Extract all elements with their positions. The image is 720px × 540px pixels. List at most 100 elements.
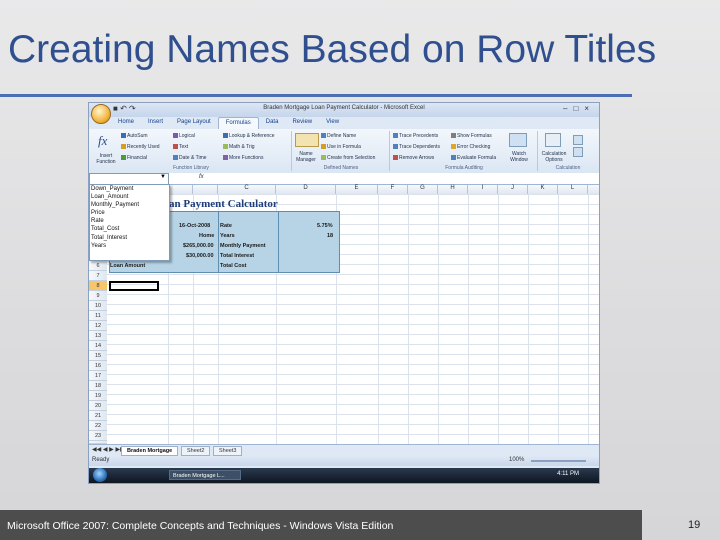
tab-page-layout[interactable]: Page Layout [170,117,218,129]
window-controls[interactable]: –□× [563,104,595,113]
watch-window-button[interactable]: Watch Window [507,151,531,163]
column-header[interactable]: D [276,185,336,194]
sheet-nav-arrows[interactable]: ◀◀ ◀ ▶ ▶▶ [92,446,125,453]
dropdown-item[interactable]: Total_Cost [90,225,169,233]
recently-used-button[interactable]: Recently Used [121,144,160,150]
chevron-down-icon[interactable]: ▼ [160,174,166,180]
cell-loan-amount-label[interactable]: Loan Amount [110,263,145,269]
text-button[interactable]: Text [173,144,188,150]
dropdown-item[interactable]: Down_Payment [90,185,169,193]
define-name-button[interactable]: Define Name [321,133,356,139]
row-header[interactable]: 20 [89,401,107,411]
lookup-reference-button[interactable]: Lookup & Reference [223,133,275,139]
row-header[interactable]: 13 [89,331,107,341]
cell-rate-value[interactable]: 5.75% [317,223,333,229]
cell-rate-label[interactable]: Rate [220,223,232,229]
dropdown-item[interactable]: Monthly_Payment [90,201,169,209]
row-header[interactable]: 22 [89,421,107,431]
autosum-button[interactable]: AutoSum [121,133,148,139]
sheet-tab-sheet2[interactable]: Sheet2 [181,446,211,456]
financial-button[interactable]: Financial [121,155,147,161]
evaluate-formula-button[interactable]: Evaluate Formula [451,155,496,161]
dropdown-item[interactable]: Price [90,209,169,217]
cell-price[interactable]: $265,000.00 [183,243,214,249]
zoom-slider[interactable] [531,460,586,462]
dropdown-item[interactable]: Total_Interest [90,234,169,242]
name-manager-button[interactable]: Name Manager [293,151,319,163]
cell-monthly-payment-label[interactable]: Monthly Payment [220,243,266,249]
column-header[interactable]: L [558,185,588,194]
column-header[interactable]: F [378,185,408,194]
fx-button[interactable]: fx [199,174,204,180]
column-header[interactable]: I [468,185,498,194]
remove-arrows-button[interactable]: Remove Arrows [393,155,434,161]
cell-date[interactable]: 16-Oct-2008 [179,223,210,229]
row-header[interactable]: 14 [89,341,107,351]
date-time-label: Date & Time [179,155,207,161]
row-header[interactable]: 12 [89,321,107,331]
use-in-formula-button[interactable]: Use in Formula [321,144,361,150]
row-header[interactable]: 21 [89,411,107,421]
maximize-icon[interactable]: □ [573,104,584,113]
minimize-icon[interactable]: – [563,104,573,113]
dropdown-item[interactable]: Years [90,242,169,250]
calc-now-icon[interactable] [573,135,583,145]
tab-review[interactable]: Review [285,117,319,129]
calc-sheet-icon[interactable] [573,147,583,157]
error-checking-button[interactable]: Error Checking [451,144,490,150]
cell-total-interest-label[interactable]: Total Interest [220,253,254,259]
row-header[interactable]: 23 [89,431,107,441]
column-header[interactable]: C [218,185,276,194]
row-header[interactable]: 17 [89,371,107,381]
tab-insert[interactable]: Insert [141,117,170,129]
row-header[interactable]: 11 [89,311,107,321]
row-header[interactable]: 19 [89,391,107,401]
calculation-options-button[interactable]: Calculation Options [539,151,569,163]
sheet-tab-sheet3[interactable]: Sheet3 [213,446,243,456]
row-header[interactable]: 16 [89,361,107,371]
close-icon[interactable]: × [584,104,595,113]
active-cell[interactable] [109,281,159,291]
logical-button[interactable]: Logical [173,133,195,139]
math-trig-button[interactable]: Math & Trig [223,144,255,150]
row-header[interactable]: 9 [89,291,107,301]
show-formulas-button[interactable]: Show Formulas [451,133,492,139]
tab-formulas[interactable]: Formulas [217,117,259,129]
row-header[interactable]: 6 [89,261,107,271]
trace-precedents-button[interactable]: Trace Precedents [393,133,438,139]
tab-view[interactable]: View [319,117,346,129]
row-header[interactable]: 18 [89,381,107,391]
row-header[interactable]: 15 [89,351,107,361]
sheet-tab-braden-mortgage[interactable]: Braden Mortgage [121,446,179,456]
tab-data[interactable]: Data [259,117,286,129]
column-header[interactable]: H [438,185,468,194]
tab-home[interactable]: Home [111,117,141,129]
date-time-button[interactable]: Date & Time [173,155,207,161]
taskbar-excel-button[interactable]: Braden Mortgage L... [169,470,241,480]
insert-function-button[interactable]: Insert Function [92,153,120,165]
start-orb-icon[interactable] [93,468,107,482]
column-header[interactable]: E [336,185,378,194]
office-button[interactable] [91,104,111,124]
more-functions-button[interactable]: More Functions [223,155,263,161]
dropdown-item[interactable]: Loan_Amount [90,193,169,201]
cell-total-cost-label[interactable]: Total Cost [220,263,246,269]
column-header[interactable]: J [498,185,528,194]
zoom-level[interactable]: 100% [509,457,524,463]
column-header[interactable]: M [588,185,599,194]
row-header[interactable]: 8 [89,281,107,291]
row-header[interactable]: 7 [89,271,107,281]
column-header[interactable]: K [528,185,558,194]
cell-years-label[interactable]: Years [220,233,235,239]
row-header[interactable]: 10 [89,301,107,311]
cell-years-value[interactable]: 18 [327,233,333,239]
name-box-dropdown[interactable]: Down_Payment Loan_Amount Monthly_Payment… [89,184,170,261]
cell-down-payment[interactable]: $30,000.00 [186,253,214,259]
column-header[interactable] [168,185,193,194]
cell-home[interactable]: Home [199,233,214,239]
dropdown-item[interactable]: Rate [90,217,169,225]
column-header[interactable] [193,185,218,194]
create-from-selection-button[interactable]: Create from Selection [321,155,375,161]
column-header[interactable]: G [408,185,438,194]
trace-dependents-button[interactable]: Trace Dependents [393,144,440,150]
